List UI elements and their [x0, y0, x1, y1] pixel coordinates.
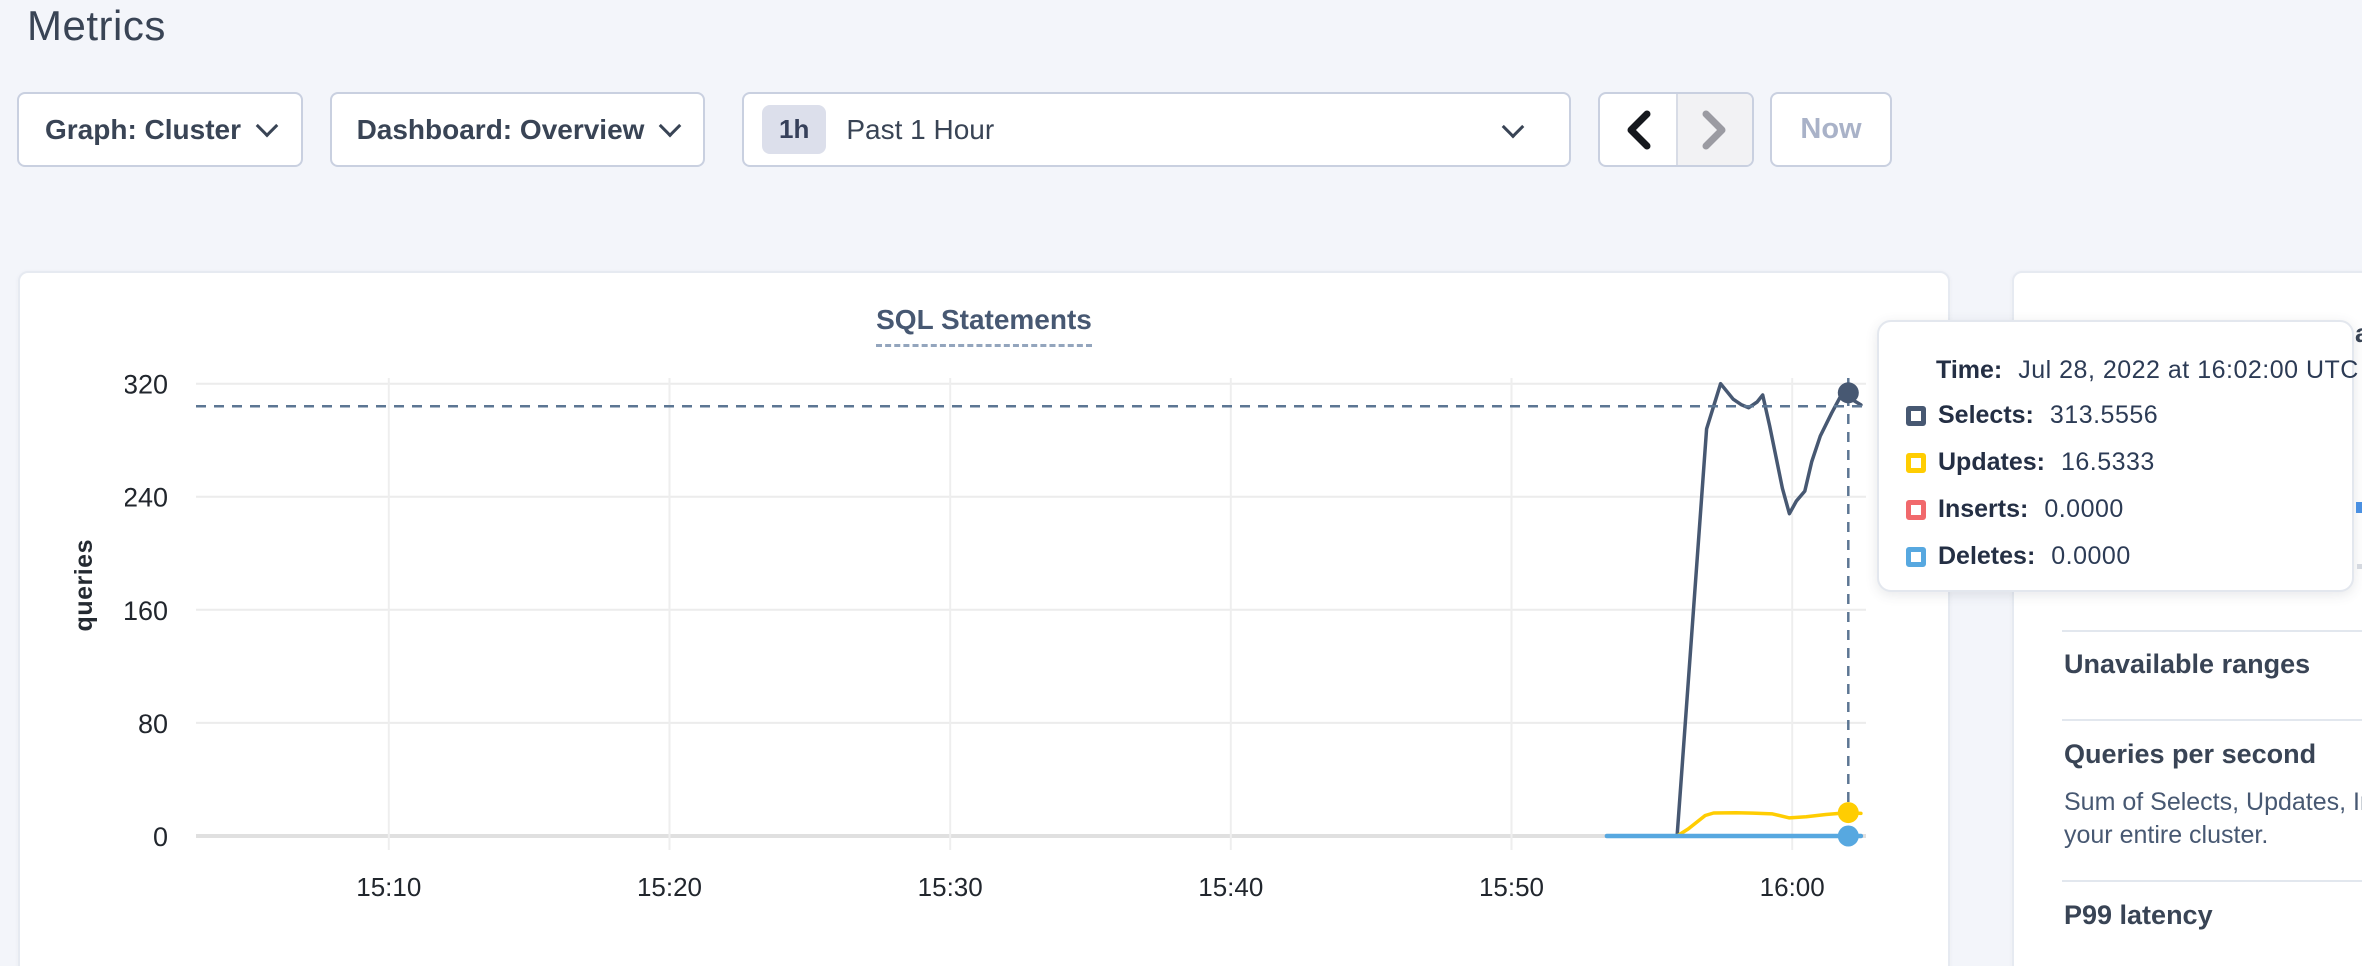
tooltip-series-row: Inserts: 0.0000: [1879, 486, 2352, 533]
x-tick-label: 15:30: [918, 872, 983, 902]
x-tick-label: 15:40: [1198, 872, 1263, 902]
tooltip-time-label: Time:: [1936, 356, 2002, 385]
sidebar-desc-line: your entire cluster.: [2064, 821, 2268, 850]
y-tick-label: 80: [138, 709, 168, 739]
y-tick-label: 240: [125, 483, 168, 513]
prev-time-range-button[interactable]: [1600, 94, 1676, 165]
x-tick-label: 16:00: [1760, 872, 1825, 902]
x-tick-label: 15:20: [637, 872, 702, 902]
time-range-label: Past 1 Hour: [846, 114, 994, 146]
sidebar-divider: [2062, 719, 2362, 721]
dashboard-dropdown-label: Dashboard: Overview: [357, 114, 645, 146]
now-button-label: Now: [1800, 113, 1861, 146]
chart-hover-tooltip: Time: Jul 28, 2022 at 16:02:00 UTC Selec…: [1877, 320, 2354, 592]
clipped-divider-fragment: [2357, 564, 2362, 569]
next-time-range-button[interactable]: [1676, 94, 1752, 165]
series-swatch-icon: [1906, 500, 1926, 520]
graph-scope-dropdown[interactable]: Graph: Cluster: [17, 92, 303, 167]
sidebar-heading-p99-latency: P99 latency: [2064, 900, 2213, 931]
chevron-down-icon: [1502, 115, 1525, 138]
series-swatch-icon: [1906, 406, 1926, 426]
tooltip-series-label: Deletes:: [1938, 542, 2035, 571]
page-title: Metrics: [27, 2, 166, 50]
tooltip-series-value: 16.5333: [2061, 448, 2155, 477]
hover-point-selects: [1838, 382, 1859, 403]
chevron-right-icon: [1702, 110, 1728, 150]
y-axis-label-wrap: queries: [66, 495, 102, 675]
tooltip-series-value: 0.0000: [2044, 495, 2123, 524]
sidebar-divider: [2062, 630, 2362, 632]
now-button[interactable]: Now: [1770, 92, 1892, 167]
series-swatch-icon: [1906, 453, 1926, 473]
dashboard-dropdown[interactable]: Dashboard: Overview: [330, 92, 705, 167]
chevron-left-icon: [1625, 110, 1651, 150]
tooltip-series-value: 313.5556: [2050, 401, 2158, 430]
tooltip-series-value: 0.0000: [2051, 542, 2130, 571]
tooltip-series-label: Selects:: [1938, 401, 2034, 430]
sidebar-heading-unavailable-ranges: Unavailable ranges: [2064, 649, 2310, 680]
tooltip-time-value: Jul 28, 2022 at 16:02:00 UTC: [2018, 356, 2359, 385]
y-tick-label: 320: [125, 372, 168, 400]
series-line-updates: [1607, 813, 1861, 836]
tooltip-time-row: Time: Jul 28, 2022 at 16:02:00 UTC: [1879, 348, 2352, 392]
tooltip-series-label: Inserts:: [1938, 495, 2028, 524]
chevron-down-icon: [256, 114, 279, 137]
chart-title-wrap: SQL Statements: [18, 304, 1950, 347]
tooltip-series-row: Selects: 313.5556: [1879, 392, 2352, 439]
series-swatch-icon: [1906, 547, 1926, 567]
time-range-selector[interactable]: 1h Past 1 Hour: [742, 92, 1571, 167]
hover-point-deletes: [1838, 826, 1859, 847]
tooltip-series-row: Deletes: 0.0000: [1879, 533, 2352, 580]
y-tick-label: 160: [125, 596, 168, 626]
sidebar-divider: [2062, 880, 2362, 882]
clipped-link-fragment: [2356, 502, 2362, 513]
time-range-badge: 1h: [762, 105, 826, 154]
clipped-text-fragment: a: [2355, 318, 2362, 349]
x-tick-label: 15:10: [356, 872, 421, 902]
chart-title-link[interactable]: SQL Statements: [876, 304, 1092, 347]
tooltip-series-row: Updates: 16.5333: [1879, 439, 2352, 486]
sidebar-heading-queries-per-second: Queries per second: [2064, 739, 2316, 770]
y-tick-label: 0: [153, 822, 168, 852]
graph-scope-dropdown-label: Graph: Cluster: [45, 114, 241, 146]
y-axis-label: queries: [70, 539, 99, 631]
x-tick-label: 15:50: [1479, 872, 1544, 902]
chevron-down-icon: [659, 114, 682, 137]
time-range-stepper: [1598, 92, 1754, 167]
sidebar-desc-line: Sum of Selects, Updates, Inserts and: [2064, 788, 2362, 817]
tooltip-series-label: Updates:: [1938, 448, 2045, 477]
hover-point-updates: [1838, 802, 1859, 823]
sql-statements-plot[interactable]: 0 80 160 240 320 15:10 15:20 15:30 15:40 15:50 16:…: [125, 372, 1915, 932]
